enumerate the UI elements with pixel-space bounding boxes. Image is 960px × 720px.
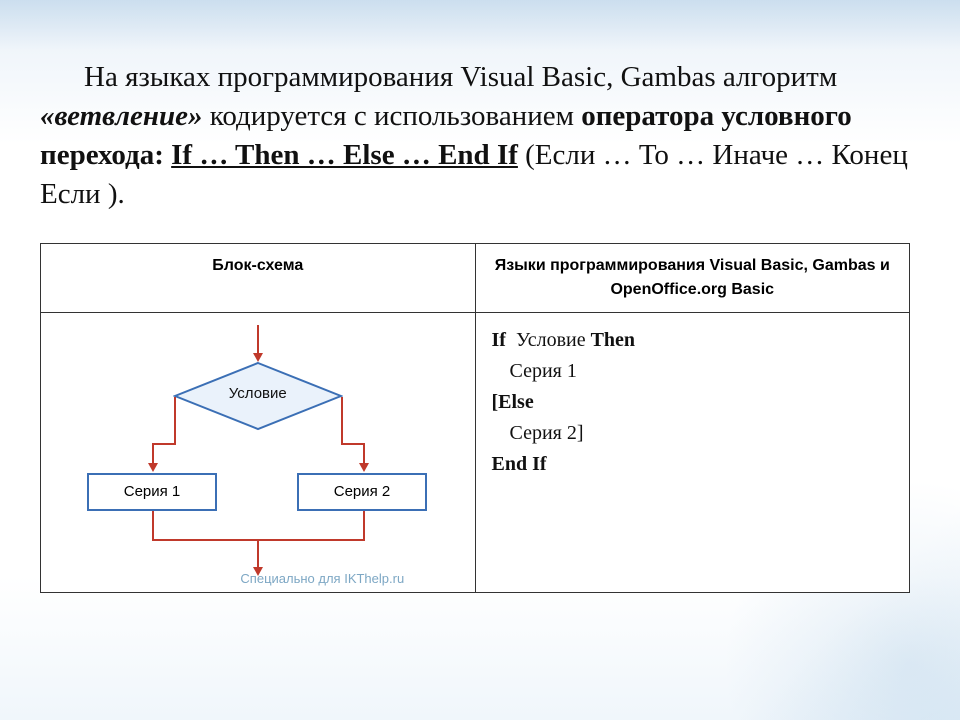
- code-line-5: End If: [492, 449, 894, 480]
- arrow-right-down1: [341, 397, 343, 443]
- arrow-right-down2: [363, 443, 365, 465]
- flowchart: Условие Серия 1 Серия 2: [41, 313, 475, 592]
- arrow-left-turn: [152, 443, 176, 445]
- paragraph: На языках программирования Visual Basic,…: [40, 58, 920, 215]
- code-cell: IfIf Условие Условие Then Серия 1 [Else …: [475, 312, 910, 592]
- code-line-1: IfIf Условие Условие Then: [492, 325, 894, 356]
- branch-box-right: Серия 2: [297, 473, 427, 511]
- table-header-right: Языки программирования Visual Basic, Gam…: [475, 243, 910, 312]
- condition-label: Условие: [173, 385, 343, 402]
- arrowhead-left: [148, 463, 158, 472]
- watermark: Специально для IKThelp.ru: [240, 571, 404, 586]
- code-then: Then: [591, 329, 635, 351]
- para-text-1: На языках программирования Visual Basic,…: [84, 61, 837, 93]
- table-header-left: Блок-схема: [41, 243, 476, 312]
- code-line-3: [Else: [492, 387, 894, 418]
- para-underline: If … Then … Else … End If: [171, 139, 518, 171]
- arrow-right-turn: [341, 443, 365, 445]
- arrow-entry: [257, 325, 259, 353]
- code-line-4: Серия 2]: [492, 418, 894, 449]
- para-italic: «ветвление»: [40, 100, 202, 132]
- branch-box-left: Серия 1: [87, 473, 217, 511]
- condition-diamond: Условие: [173, 361, 343, 431]
- merge-right-down: [363, 511, 365, 539]
- merge-exit: [257, 539, 259, 569]
- code-line-2: Серия 1: [492, 356, 894, 387]
- arrow-left-down1: [174, 397, 176, 443]
- code-cond: Условие: [516, 329, 586, 351]
- flowchart-cell: Условие Серия 1 Серия 2: [41, 312, 476, 592]
- arrowhead-right: [359, 463, 369, 472]
- arrow-left-down2: [152, 443, 154, 465]
- comparison-table: Блок-схема Языки программирования Visual…: [40, 243, 910, 593]
- slide-content: На языках программирования Visual Basic,…: [0, 0, 960, 613]
- para-text-2: кодируется с использованием: [202, 100, 581, 132]
- merge-left-down: [152, 511, 154, 539]
